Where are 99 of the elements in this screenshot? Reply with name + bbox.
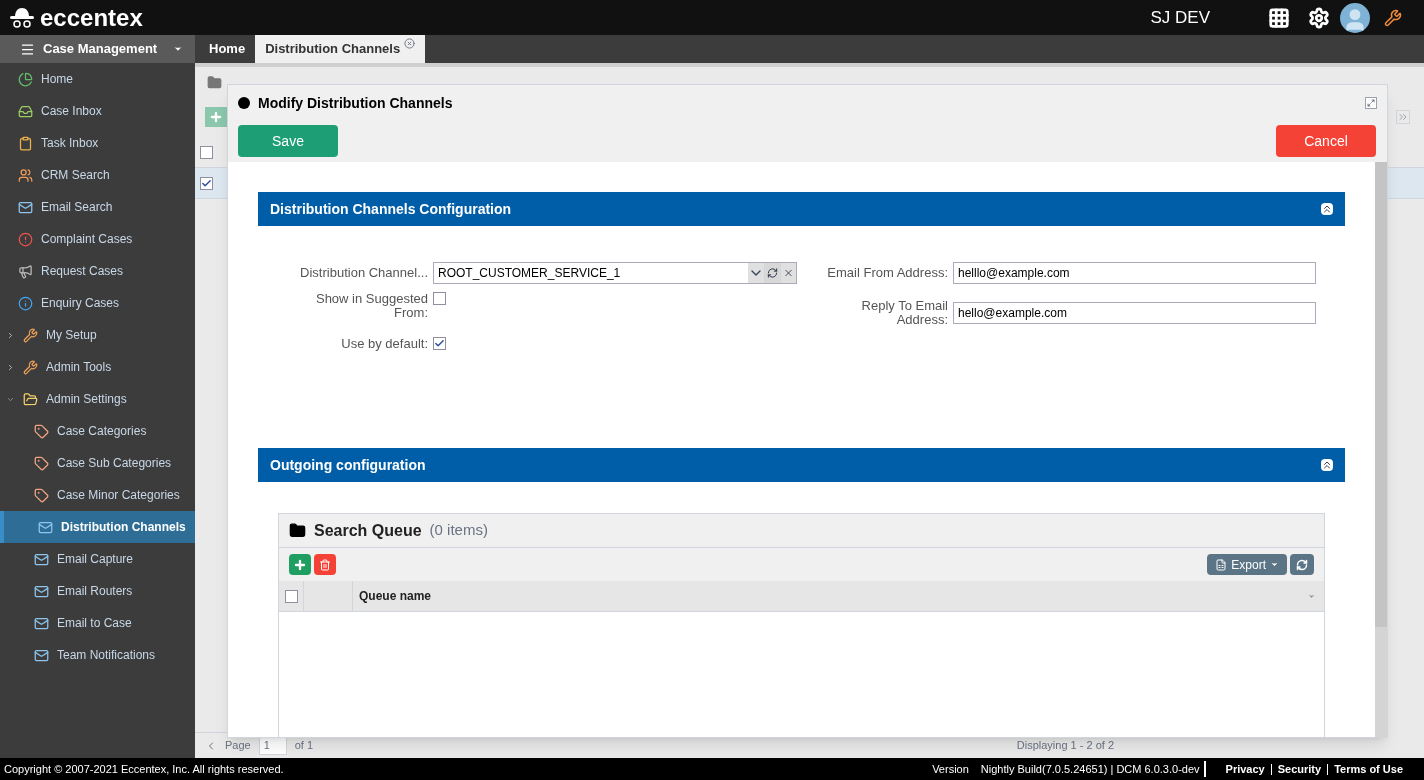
expand-caret-icon[interactable] — [6, 330, 15, 340]
select-all-checkbox[interactable] — [284, 589, 298, 603]
channel-select[interactable]: ROOT_CUSTOMER_SERVICE_1 — [433, 262, 797, 284]
settings-icon[interactable] — [1308, 6, 1330, 29]
close-tab-icon[interactable] — [404, 37, 416, 49]
sidebar-item[interactable]: Admin Tools — [0, 351, 195, 383]
envelope-icon — [38, 519, 53, 535]
people-icon — [18, 167, 33, 183]
caret-icon — [1270, 560, 1279, 569]
row-checkbox[interactable] — [200, 176, 213, 190]
folder-icon — [289, 522, 306, 539]
plus-icon — [209, 110, 223, 124]
logo: eccentex — [40, 5, 143, 30]
sidebar-item[interactable]: Team Notifications — [0, 639, 195, 671]
expand-caret-icon[interactable] — [6, 362, 15, 372]
modal-title: Modify Distribution Channels — [258, 93, 454, 113]
displaying-count: Displaying 1 - 2 of 2 — [1016, 738, 1114, 754]
version-label: Version — [932, 761, 969, 777]
footer-link[interactable]: Terms of Use — [1334, 760, 1403, 778]
field-label: Email From Address: — [826, 264, 948, 283]
alert-icon — [18, 231, 33, 247]
envelope-icon — [18, 199, 33, 215]
module-menu[interactable]: Case Management — [0, 35, 195, 63]
dropdown-caret-icon[interactable] — [748, 263, 764, 283]
sidebar-item[interactable]: Email Routers — [0, 575, 195, 607]
section-header[interactable]: Outgoing configuration — [258, 448, 1345, 482]
sidebar-item[interactable]: Distribution Channels — [0, 511, 195, 543]
sidebar-item[interactable]: Email to Case — [0, 607, 195, 639]
folder-icon — [207, 74, 222, 90]
refresh-icon — [1296, 558, 1308, 571]
dropdown-caret-icon — [173, 44, 183, 54]
sidebar-item[interactable]: Complaint Cases — [0, 223, 195, 255]
tag-icon — [34, 487, 49, 503]
trash-icon — [319, 558, 331, 571]
sidebar-item[interactable]: My Setup — [0, 319, 195, 351]
field-label: Distribution Channel... — [299, 264, 428, 283]
item-count: (0 items) — [429, 520, 488, 541]
spreadsheet-icon — [1215, 558, 1228, 571]
plus-icon — [293, 557, 307, 572]
tab[interactable]: Distribution Channels — [255, 35, 426, 63]
megaphone-icon — [18, 263, 33, 279]
sidebar-item[interactable]: CRM Search — [0, 159, 195, 191]
email-from-field[interactable]: helllo@example.com — [953, 262, 1316, 284]
sidebar-item[interactable]: Home — [0, 63, 195, 95]
add-button[interactable] — [205, 107, 227, 127]
envelope-icon — [34, 615, 49, 631]
sidebar-item[interactable]: Case Inbox — [0, 95, 195, 127]
footer-link[interactable]: Privacy — [1225, 760, 1265, 778]
grid-title: Search Queue — [314, 520, 422, 541]
field-label: Reply To Email Address: — [860, 299, 948, 327]
info-icon — [18, 295, 33, 311]
suggested-checkbox[interactable] — [433, 292, 446, 305]
envelope-icon — [34, 551, 49, 567]
sidebar-item[interactable]: Email Search — [0, 191, 195, 223]
inbox-icon — [18, 103, 33, 119]
user-name: SJ DEV — [1150, 6, 1210, 29]
default-checkbox[interactable] — [433, 337, 446, 351]
reply-to-field[interactable]: hello@example.com — [953, 302, 1316, 324]
sidebar-item[interactable]: Admin Settings — [0, 383, 195, 415]
copyright: Copyright © 2007-2021 Eccentex, Inc. All rights reserved. — [4, 761, 285, 777]
tab[interactable]: Home — [199, 35, 256, 63]
tag-icon — [34, 455, 49, 471]
menu-icon — [20, 41, 35, 57]
refresh-button[interactable] — [1290, 554, 1314, 575]
sidebar-item[interactable]: Enquiry Cases — [0, 287, 195, 319]
apps-grid-icon[interactable] — [1268, 6, 1290, 29]
sidebar-item[interactable]: Case Sub Categories — [0, 447, 195, 479]
clipboard-icon — [18, 135, 33, 151]
refresh-icon[interactable] — [764, 263, 780, 283]
sidebar-item[interactable]: Case Categories — [0, 415, 195, 447]
page-count: of 1 — [294, 738, 314, 754]
footer-link[interactable]: Security — [1277, 760, 1322, 778]
collapse-icon[interactable] — [1321, 459, 1333, 471]
wrench-icon — [23, 359, 38, 375]
envelope-icon — [34, 583, 49, 599]
avatar[interactable] — [1340, 2, 1370, 33]
wrench-icon[interactable] — [1384, 8, 1402, 27]
cancel-button[interactable]: Cancel — [1276, 125, 1376, 157]
envelope-icon — [34, 647, 49, 663]
scrollbar[interactable] — [1375, 162, 1387, 737]
collapse-icon[interactable] — [1321, 203, 1333, 215]
chart-icon — [18, 71, 33, 87]
field-label: Show in Suggested From: — [314, 292, 428, 320]
version-text: Nightly Build(7.0.5.24651) | DCM 6.0.3.0-dev — [980, 760, 1206, 778]
wrench-icon — [23, 327, 38, 343]
folder-icon — [23, 391, 38, 407]
sidebar-item[interactable]: Request Cases — [0, 255, 195, 287]
section-header[interactable]: Distribution Channels Configuration — [258, 192, 1345, 226]
delete-button[interactable] — [314, 554, 336, 575]
sidebar-item[interactable]: Case Minor Categories — [0, 479, 195, 511]
field-label: Use by default: — [340, 335, 428, 353]
add-button[interactable] — [289, 554, 311, 575]
pager-label: Page — [225, 738, 251, 754]
export-button[interactable]: Export — [1207, 554, 1287, 575]
row-checkbox[interactable] — [200, 145, 213, 159]
sidebar-item[interactable]: Task Inbox — [0, 127, 195, 159]
tag-icon — [34, 423, 49, 439]
maximize-icon[interactable] — [1365, 97, 1377, 109]
sidebar-item[interactable]: Email Capture — [0, 543, 195, 575]
